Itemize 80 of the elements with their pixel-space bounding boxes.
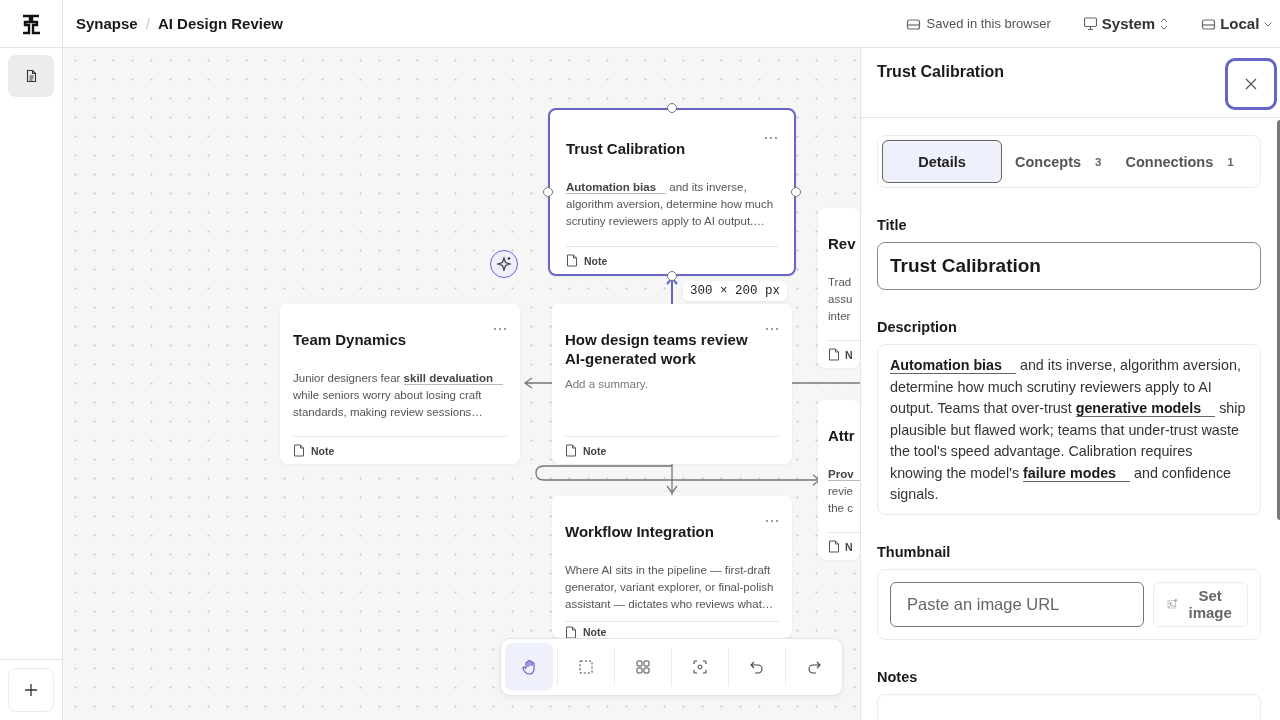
note-icon [565,626,577,639]
note-icon [566,254,578,267]
size-tooltip: 300 × 200 px [683,281,787,301]
card-type-label: N [845,540,853,553]
panel-tab[interactable]: Details [882,140,1002,183]
note-icon [293,444,305,457]
sparkle-icon [496,256,512,272]
field-label: Title [877,217,908,233]
connection-handle[interactable] [543,187,553,197]
image-add-icon [1167,596,1178,612]
card-summary: Automation bias and its inverse, algorithm aversion, determine how much scrutiny reviewers apply to AI output.… [566,180,775,229]
field-label: Thumbnail [877,543,952,560]
connection-handle[interactable] [667,271,677,281]
note-icon [565,444,577,457]
note-card[interactable]: Trust Calibration Automation bias and its inverse, algorithm aversion, determine how much scrutiny reviewers apply to AI output.… Note [548,108,796,276]
card-title: Workflow Integration [565,522,714,541]
breadcrumb-separator: / [145,15,150,32]
panel-title: Trust Calibration [877,63,1005,82]
selection-icon [578,659,594,675]
document-icon [24,69,38,83]
note-card[interactable]: Team Dynamics Junior designers fear skill devaluation while seniors worry about losing craft standards, making review sessions… Note [280,304,520,464]
card-title: Team Dynamics [293,330,407,349]
logo-icon [20,12,42,35]
canvas[interactable] [63,48,860,720]
save-status-label: Saved in this browser [926,16,1051,31]
document-button[interactable] [8,55,54,97]
add-button[interactable] [8,668,54,712]
card-summary: Where AI sits in the pipeline — first-draft generator, variant explorer, or final-polish assistant — dictates who reviews what… [565,563,775,612]
note-card[interactable]: Attr Prov revie the c N [818,400,860,560]
summary-line: Trad [828,275,853,290]
card-type-label: Note [584,254,608,267]
panel-tab[interactable]: Concepts 3 [1004,140,1113,183]
card-type-label: Note [583,444,607,457]
redo-icon [806,659,822,675]
pan-tool-button[interactable] [505,643,553,691]
card-type-label: N [845,348,853,361]
note-card[interactable]: How design teams review AI-generated work Add a summary. Note [552,304,792,464]
card-title: How design teams review AI-generated work [565,330,749,368]
undo-icon [749,659,765,675]
card-title: Rev [828,234,856,253]
card-title: Trust Calibration [566,139,686,158]
monitor-icon [1082,16,1098,31]
card-type-label: Note [311,444,335,457]
connection-handle[interactable] [791,187,801,197]
focus-icon [692,659,708,675]
summary-line: revie [828,484,854,499]
panel-tab[interactable]: Connections 1 [1114,140,1245,183]
title-field[interactable]: Trust Calibration [877,242,1262,290]
drive-icon [1201,16,1217,31]
summary-line: the c [828,501,854,516]
plus-icon [24,683,38,697]
document-title: AI Design Review [157,15,283,32]
field-label: Description [877,319,958,335]
summary-line: inter [828,309,852,324]
grid-icon [635,659,651,675]
close-icon [1245,78,1258,90]
connection-handle[interactable] [667,103,677,113]
storage-select[interactable]: Local [1201,15,1274,32]
card-title: Attr [828,426,855,445]
note-icon [828,348,840,361]
hand-icon [521,659,537,675]
connector-line [791,382,860,384]
card-type-label: Note [583,626,607,638]
updown-icon [1159,16,1170,31]
ai-button[interactable] [490,250,518,278]
summary-line: assu [828,292,854,307]
card-summary: Junior designers fear skill devaluation while seniors worry about losing craft standards, making review sessions… [293,370,507,428]
drive-icon [905,16,921,31]
description-field[interactable]: Automation bias and its inverse, algorithm aversion, determine how much scrutiny reviewers apply to AI output. Teams that over-trust generative models ship plausible but flawed work; teams that under-trust waste the tool's speed advantage. Calibration requires knowing the model's failure modes and confidence signals. [877,344,1262,515]
connector-arrow [523,377,553,389]
close-button[interactable] [1225,58,1278,110]
note-card[interactable]: Workflow Integration Where AI sits in the pipeline — first-draft generator, variant explorer, or final-polish assistant — dictates who reviews what… Note [552,496,792,638]
note-card[interactable]: Rev Trad assu inter N [818,208,860,368]
image-url-field[interactable]: Paste an image URL [890,581,1144,627]
field-label: Notes [877,668,919,685]
app-name[interactable]: Synapse [76,15,138,32]
note-icon [828,540,840,553]
set-image-button[interactable]: Set image [1153,581,1249,627]
theme-select[interactable]: System [1082,15,1170,32]
summary-placeholder: Add a summary. [565,377,649,392]
